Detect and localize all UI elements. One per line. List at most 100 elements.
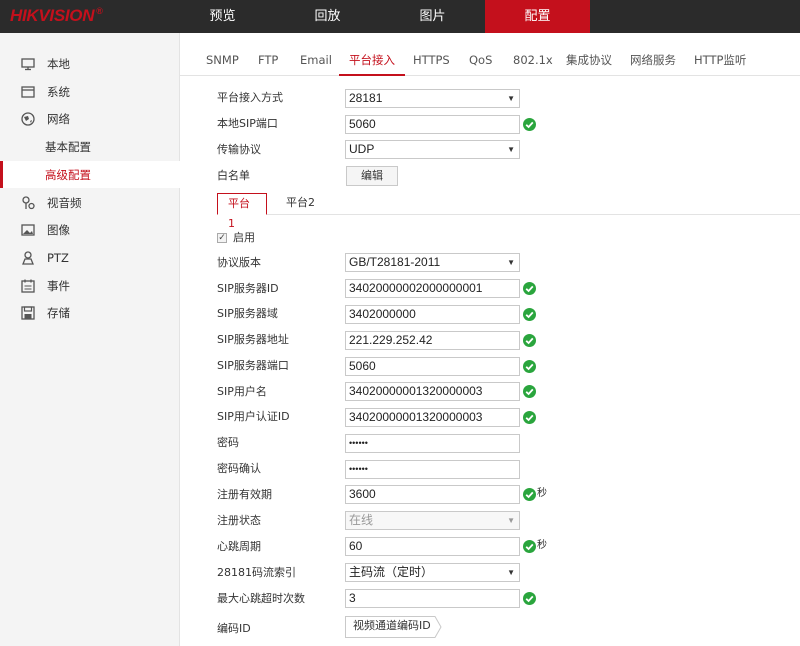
platform-tabs: 平台1 平台2 bbox=[217, 193, 800, 230]
sip-server-domain-label: SIP服务器域 bbox=[217, 307, 278, 320]
sip-server-port-label: SIP服务器端口 bbox=[217, 359, 289, 372]
transport-label: 传输协议 bbox=[217, 143, 261, 156]
sidebar-item-local[interactable]: 本地 bbox=[0, 50, 180, 77]
check-icon bbox=[523, 592, 536, 605]
stream-index-label: 28181码流索引 bbox=[217, 566, 296, 579]
heartbeat-input[interactable]: 60 bbox=[345, 537, 520, 556]
tab-integration-protocol[interactable]: 集成协议 bbox=[556, 33, 622, 76]
access-mode-select[interactable]: 28181 bbox=[345, 89, 520, 108]
nav-configuration[interactable]: 配置 bbox=[485, 0, 590, 33]
channel-encode-id-button[interactable]: 视频通道编码ID bbox=[345, 616, 442, 638]
password-input[interactable]: •••••• bbox=[345, 434, 520, 453]
top-nav: 预览 回放 图片 配置 bbox=[170, 0, 590, 33]
sidebar-item-network[interactable]: 网络 bbox=[0, 105, 180, 132]
nav-playback[interactable]: 回放 bbox=[275, 0, 380, 33]
sidebar-item-label: 视音频 bbox=[47, 195, 82, 210]
max-timeout-label: 最大心跳超时次数 bbox=[217, 592, 305, 605]
password-confirm-input[interactable]: •••••• bbox=[345, 460, 520, 479]
whitelist-label: 白名单 bbox=[217, 169, 250, 182]
sidebar-item-basic-config[interactable]: 基本配置 bbox=[0, 133, 180, 160]
check-icon bbox=[523, 118, 536, 131]
check-icon bbox=[523, 540, 536, 553]
check-icon bbox=[523, 385, 536, 398]
sip-port-label: 本地SIP端口 bbox=[217, 117, 278, 130]
sidebar-item-storage[interactable]: 存储 bbox=[0, 299, 180, 326]
sip-port-input[interactable]: 5060 bbox=[345, 115, 520, 134]
tab-qos[interactable]: QoS bbox=[459, 33, 502, 76]
system-icon bbox=[21, 85, 35, 98]
top-bar: HIKVISION ® 预览 回放 图片 配置 bbox=[0, 0, 800, 33]
enable-label: 启用 bbox=[233, 231, 255, 244]
enable-checkbox[interactable]: ✓ bbox=[217, 233, 227, 243]
transport-select[interactable]: UDP bbox=[345, 140, 520, 159]
tab-8021x[interactable]: 802.1x bbox=[503, 33, 563, 76]
reg-status-label: 注册状态 bbox=[217, 514, 261, 527]
check-icon bbox=[523, 360, 536, 373]
globe-icon bbox=[21, 111, 35, 126]
tab-email[interactable]: Email bbox=[290, 33, 342, 76]
image-icon bbox=[21, 223, 35, 236]
event-icon bbox=[21, 279, 35, 293]
sidebar-item-label: 存储 bbox=[47, 305, 70, 320]
channel-encode-id-label: 视频通道编码ID bbox=[353, 619, 431, 632]
protocol-version-label: 协议版本 bbox=[217, 256, 261, 269]
tab-snmp[interactable]: SNMP bbox=[196, 33, 249, 76]
sip-auth-id-label: SIP用户认证ID bbox=[217, 410, 290, 423]
audio-video-icon bbox=[22, 195, 35, 209]
tab-platform-2[interactable]: 平台2 bbox=[276, 193, 325, 215]
tab-platform-access[interactable]: 平台接入 bbox=[339, 33, 405, 76]
sidebar-item-label: 高级配置 bbox=[45, 167, 91, 182]
protocol-version-select[interactable]: GB/T28181-2011 bbox=[345, 253, 520, 272]
sidebar-item-image[interactable]: 图像 bbox=[0, 216, 180, 243]
sidebar-item-label: 基本配置 bbox=[45, 139, 91, 154]
brand-logo: HIKVISION ® bbox=[10, 6, 103, 25]
sidebar-item-system[interactable]: 系统 bbox=[0, 78, 180, 105]
nav-picture[interactable]: 图片 bbox=[380, 0, 485, 33]
check-icon bbox=[523, 282, 536, 295]
sidebar-item-label: PTZ bbox=[47, 250, 69, 265]
tab-https[interactable]: HTTPS bbox=[403, 33, 460, 76]
sidebar-item-ptz[interactable]: PTZ bbox=[0, 244, 180, 271]
storage-icon bbox=[21, 305, 35, 320]
sip-server-domain-input[interactable]: 3402000000 bbox=[345, 305, 520, 324]
sip-server-port-input[interactable]: 5060 bbox=[345, 357, 520, 376]
sidebar-item-label: 网络 bbox=[47, 111, 70, 126]
sip-server-id-label: SIP服务器ID bbox=[217, 282, 279, 295]
sidebar-item-label: 事件 bbox=[47, 278, 70, 293]
sip-auth-id-input[interactable]: 34020000001320000003 bbox=[345, 408, 520, 427]
reg-valid-input[interactable]: 3600 bbox=[345, 485, 520, 504]
tab-network-service[interactable]: 网络服务 bbox=[620, 33, 686, 76]
stream-index-select[interactable]: 主码流（定时） bbox=[345, 563, 520, 582]
check-icon bbox=[523, 308, 536, 321]
ptz-icon bbox=[22, 250, 34, 265]
tab-platform-1[interactable]: 平台1 bbox=[217, 193, 267, 230]
password-label: 密码 bbox=[217, 436, 239, 449]
password-confirm-label: 密码确认 bbox=[217, 462, 261, 475]
max-timeout-input[interactable]: 3 bbox=[345, 589, 520, 608]
monitor-icon bbox=[21, 57, 35, 70]
sip-username-label: SIP用户名 bbox=[217, 385, 267, 398]
sip-server-addr-input[interactable]: 221.229.252.42 bbox=[345, 331, 520, 350]
sip-server-addr-label: SIP服务器地址 bbox=[217, 333, 289, 346]
tab-ftp[interactable]: FTP bbox=[248, 33, 288, 76]
heartbeat-unit: 秒 bbox=[537, 540, 547, 551]
sidebar-item-event[interactable]: 事件 bbox=[0, 272, 180, 299]
sidebar-item-label: 系统 bbox=[47, 84, 70, 99]
config-tabs: SNMP FTP Email 平台接入 HTTPS QoS 802.1x 集成协… bbox=[180, 33, 800, 76]
sidebar-item-label: 图像 bbox=[47, 222, 70, 237]
check-icon bbox=[523, 411, 536, 424]
reg-valid-label: 注册有效期 bbox=[217, 488, 272, 501]
sip-username-input[interactable]: 34020000001320000003 bbox=[345, 382, 520, 401]
check-icon bbox=[523, 488, 536, 501]
sidebar-item-audio-video[interactable]: 视音频 bbox=[0, 189, 180, 216]
sidebar-item-advanced-config[interactable]: 高级配置 bbox=[0, 161, 180, 188]
sip-server-id-input[interactable]: 34020000002000000001 bbox=[345, 279, 520, 298]
nav-preview[interactable]: 预览 bbox=[170, 0, 275, 33]
reg-status-select: 在线 bbox=[345, 511, 520, 530]
reg-valid-unit: 秒 bbox=[537, 488, 547, 499]
tab-http-listening[interactable]: HTTP监听 bbox=[684, 33, 756, 76]
whitelist-edit-button[interactable]: 编辑 bbox=[346, 166, 398, 186]
check-icon bbox=[523, 334, 536, 347]
encode-id-label: 编码ID bbox=[217, 622, 251, 635]
heartbeat-label: 心跳周期 bbox=[217, 540, 261, 553]
